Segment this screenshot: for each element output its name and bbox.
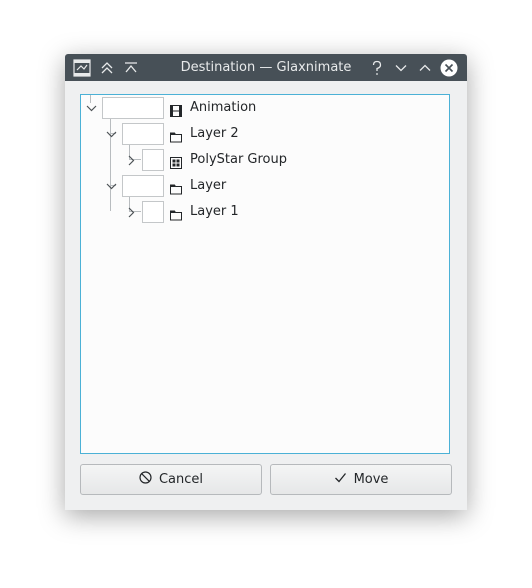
chevron-right-icon[interactable] — [125, 201, 137, 223]
keep-above-icon[interactable] — [99, 54, 115, 81]
tree-checkbox[interactable] — [142, 149, 164, 171]
folder-icon — [170, 180, 182, 195]
tree-checkbox[interactable] — [142, 201, 164, 223]
help-icon[interactable] — [369, 54, 385, 81]
folder-icon — [170, 128, 182, 143]
destination-tree[interactable]: Animation Layer 2 PolyStar Group Layer L… — [80, 94, 450, 454]
tree-item-label: PolyStar Group — [190, 152, 288, 167]
tree-row-polystar-group[interactable]: PolyStar Group — [81, 149, 449, 171]
tree-row-animation[interactable]: Animation — [81, 97, 449, 119]
tree-row-layer-1[interactable]: Layer 1 — [81, 201, 449, 223]
tree-checkbox[interactable] — [122, 175, 164, 197]
checkmark-icon — [334, 471, 347, 488]
tree-row-layer[interactable]: Layer — [81, 175, 449, 197]
shade-icon[interactable] — [123, 54, 139, 81]
cancel-button-label: Cancel — [158, 472, 204, 487]
tree-checkbox[interactable] — [102, 97, 164, 119]
tree-item-label: Animation — [190, 100, 257, 115]
group-icon — [170, 154, 182, 169]
move-button-label: Move — [353, 472, 389, 487]
tree-checkbox[interactable] — [122, 123, 164, 145]
chevron-down-icon[interactable] — [85, 97, 97, 119]
tree-row-layer-2[interactable]: Layer 2 — [81, 123, 449, 145]
cancel-icon — [139, 471, 152, 488]
folder-icon — [170, 206, 182, 221]
move-button[interactable]: Move — [270, 464, 452, 495]
tree-item-label: Layer — [190, 178, 227, 193]
tree-item-label: Layer 1 — [190, 204, 239, 219]
tree-item-label: Layer 2 — [190, 126, 239, 141]
window-title: Destination — Glaxnimate — [180, 60, 352, 75]
chevron-down-icon[interactable] — [105, 123, 117, 145]
cancel-button[interactable]: Cancel — [80, 464, 262, 495]
minimize-icon[interactable] — [393, 54, 409, 81]
maximize-icon[interactable] — [417, 54, 433, 81]
title-bar[interactable]: Destination — Glaxnimate — [65, 54, 467, 81]
chevron-down-icon[interactable] — [105, 175, 117, 197]
dialog-window: Destination — Glaxnimate Animation Layer… — [65, 54, 467, 510]
close-icon[interactable] — [440, 54, 458, 81]
chevron-right-icon[interactable] — [125, 149, 137, 171]
film-icon — [170, 102, 182, 117]
app-icon[interactable] — [73, 54, 91, 81]
